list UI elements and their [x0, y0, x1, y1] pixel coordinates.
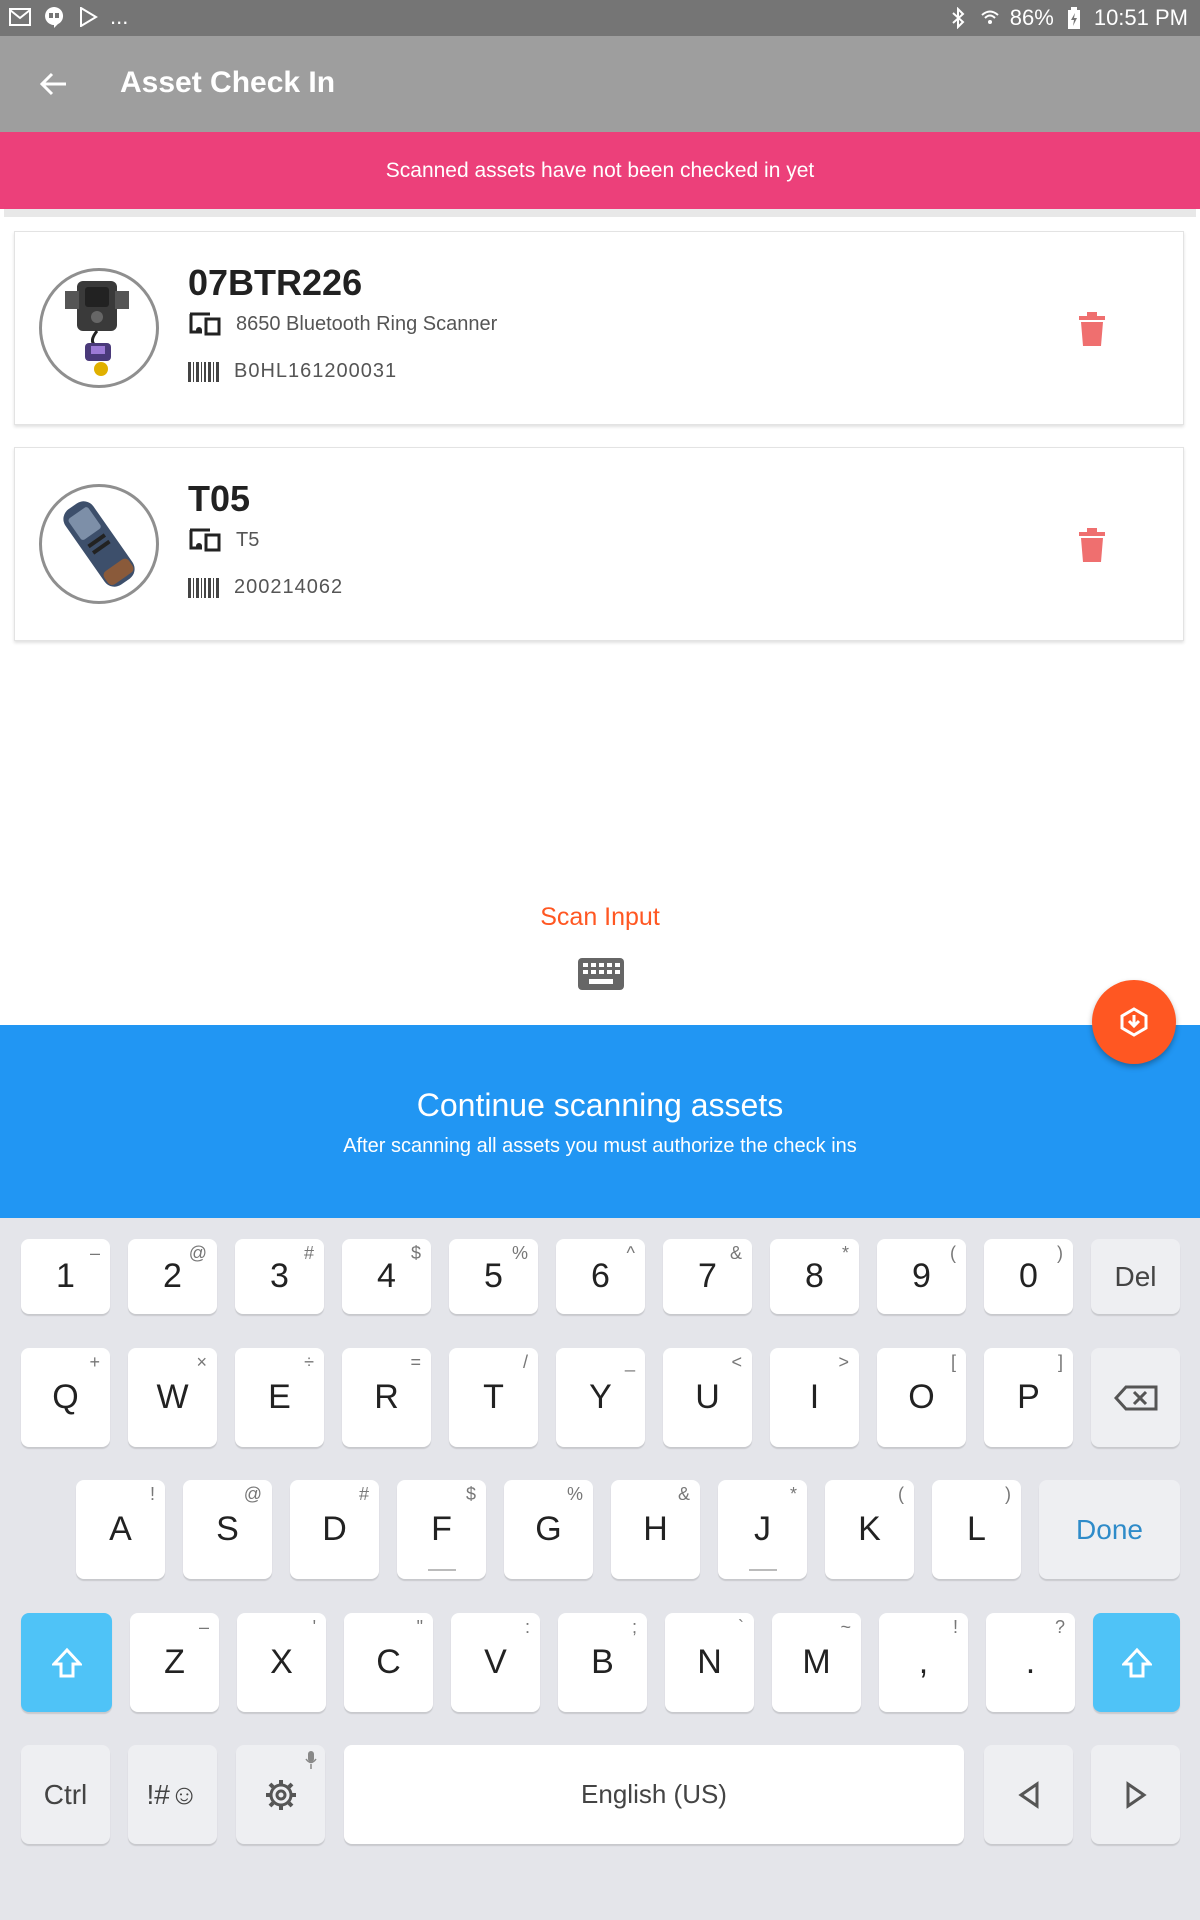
shift-icon	[51, 1647, 82, 1677]
del-key[interactable]: Del	[1091, 1239, 1180, 1314]
key-d[interactable]: D #	[290, 1480, 379, 1579]
shift-icon	[1121, 1647, 1152, 1677]
key-f[interactable]: F $	[397, 1480, 486, 1579]
mic-icon	[305, 1751, 317, 1769]
more-notifications: ...	[110, 4, 129, 29]
key-g[interactable]: G%	[504, 1480, 593, 1579]
cursor-left-key[interactable]	[984, 1745, 1073, 1844]
panel-heading: Continue scanning assets	[416, 1087, 784, 1123]
key-i[interactable]: I >	[770, 1348, 859, 1447]
download-box-icon	[1120, 1007, 1148, 1037]
done-key[interactable]: Done	[1039, 1480, 1180, 1579]
asset-list: 07BTR226 8650 Bluetooth Ring Scanner B0H…	[4, 209, 1196, 1025]
symbols-key[interactable]: !#☺	[128, 1745, 217, 1844]
key-s[interactable]: S @	[183, 1480, 272, 1579]
cursor-right-key[interactable]	[1091, 1745, 1180, 1844]
battery-icon	[1062, 6, 1086, 30]
key-2[interactable]: 2 @	[128, 1239, 217, 1314]
asset-card[interactable]: 07BTR226 8650 Bluetooth Ring Scanner B0H…	[14, 231, 1184, 425]
key-n[interactable]: N `	[665, 1613, 754, 1712]
key-period[interactable]: .?	[986, 1613, 1075, 1712]
banner-text: Scanned assets have not been checked in …	[385, 158, 815, 182]
gmail-icon	[8, 5, 32, 29]
on-screen-keyboard: 1– 2 @ 3 # 4 $ 5% 6 ^ 7 & 8 * 9( 0) Del Q + W × …	[0, 1218, 1200, 1920]
settings-key[interactable]	[236, 1745, 325, 1844]
gear-icon	[265, 1779, 296, 1810]
asset-thumbnail	[39, 484, 159, 604]
panel-subtext: After scanning all assets you must autho…	[343, 1135, 857, 1157]
status-bar: ... 86% 10:51 PM	[0, 0, 1200, 36]
app-bar: Asset Check In	[0, 36, 1200, 132]
play-store-icon	[76, 5, 100, 29]
asset-model: 8650 Bluetooth Ring Scanner	[236, 312, 498, 335]
key-4[interactable]: 4 $	[342, 1239, 431, 1314]
key-r[interactable]: R =	[342, 1348, 431, 1447]
key-6[interactable]: 6 ^	[556, 1239, 645, 1314]
shift-key-left[interactable]	[21, 1613, 112, 1712]
back-arrow-icon	[40, 72, 66, 96]
key-b[interactable]: B;	[558, 1613, 647, 1712]
key-w[interactable]: W ×	[128, 1348, 217, 1447]
key-z[interactable]: Z –	[130, 1613, 219, 1712]
backspace-key[interactable]	[1091, 1348, 1180, 1447]
key-x[interactable]: X '	[237, 1613, 326, 1712]
key-y[interactable]: Y _	[556, 1348, 645, 1447]
barcode-icon	[188, 361, 219, 382]
warning-banner: Scanned assets have not been checked in …	[0, 132, 1200, 209]
arrow-right-icon	[1126, 1780, 1147, 1809]
bluetooth-icon	[946, 6, 970, 30]
key-a[interactable]: A!	[76, 1480, 165, 1579]
key-0[interactable]: 0)	[984, 1239, 1073, 1314]
key-9[interactable]: 9(	[877, 1239, 966, 1314]
key-u[interactable]: U <	[663, 1348, 752, 1447]
back-button[interactable]	[34, 64, 74, 104]
battery-percent: 86%	[1009, 5, 1054, 30]
key-5[interactable]: 5%	[449, 1239, 538, 1314]
asset-serial: B0HL161200031	[234, 360, 398, 382]
key-o[interactable]: O[	[877, 1348, 966, 1447]
key-7[interactable]: 7 &	[663, 1239, 752, 1314]
key-j[interactable]: J *	[718, 1480, 807, 1579]
key-t[interactable]: T /	[449, 1348, 538, 1447]
devices-icon	[189, 528, 221, 552]
asset-serial: 200214062	[234, 576, 344, 598]
key-p[interactable]: P]	[984, 1348, 1073, 1447]
delete-icon[interactable]	[1077, 312, 1107, 346]
key-q[interactable]: Q +	[21, 1348, 110, 1447]
asset-card[interactable]: T05 T5 200214062	[14, 447, 1184, 641]
key-l[interactable]: L)	[932, 1480, 1021, 1579]
backspace-icon	[1113, 1385, 1157, 1410]
shift-key-right[interactable]	[1093, 1613, 1180, 1712]
ctrl-key[interactable]: Ctrl	[21, 1745, 110, 1844]
barcode-icon	[188, 577, 219, 598]
delete-icon[interactable]	[1077, 528, 1107, 562]
key-c[interactable]: C "	[344, 1613, 433, 1712]
key-8[interactable]: 8 *	[770, 1239, 859, 1314]
key-comma[interactable]: ,!	[879, 1613, 968, 1712]
key-3[interactable]: 3 #	[235, 1239, 324, 1314]
space-bar[interactable]: English (US)	[344, 1745, 964, 1844]
key-e[interactable]: E ÷	[235, 1348, 324, 1447]
wifi-icon	[978, 6, 1002, 30]
asset-thumbnail	[39, 268, 159, 388]
keyboard-icon[interactable]	[578, 958, 624, 990]
asset-name: 07BTR226	[188, 262, 363, 303]
key-h[interactable]: H &	[611, 1480, 700, 1579]
key-v[interactable]: V:	[451, 1613, 540, 1712]
check-in-fab[interactable]	[1092, 980, 1176, 1064]
asset-name: T05	[188, 478, 251, 519]
page-title: Asset Check In	[120, 66, 336, 99]
hangouts-icon	[42, 5, 66, 29]
key-1[interactable]: 1–	[21, 1239, 110, 1314]
clock: 10:51 PM	[1093, 5, 1188, 30]
continue-scanning-panel: Continue scanning assets After scanning …	[0, 1025, 1200, 1218]
devices-icon	[189, 312, 221, 336]
key-k[interactable]: K(	[825, 1480, 914, 1579]
scan-input-label[interactable]: Scan Input	[4, 903, 1196, 932]
arrow-left-icon	[1017, 1780, 1038, 1809]
asset-model: T5	[236, 528, 260, 551]
key-m[interactable]: M ~	[772, 1613, 861, 1712]
